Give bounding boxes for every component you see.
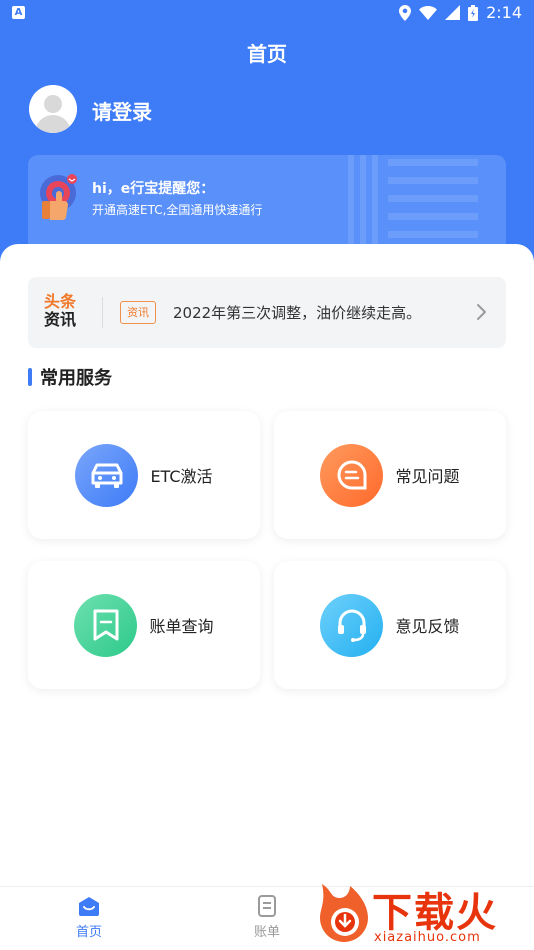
section-title: 常用服务 — [28, 366, 112, 389]
status-bar: A 2:14 — [0, 0, 534, 28]
feedback-card[interactable]: 意见反馈 — [274, 561, 506, 689]
bill-query-label: 账单查询 — [149, 617, 214, 636]
car-icon — [75, 443, 139, 507]
decorative-lines-icon — [348, 155, 478, 245]
tab-home[interactable]: 首页 — [59, 895, 119, 940]
watermark-url: xiazaihuo.com — [374, 930, 481, 945]
etc-activate-card[interactable]: ETC激活 — [28, 411, 260, 539]
bill-tab-icon — [258, 895, 276, 917]
avatar[interactable] — [29, 85, 77, 133]
watermark: 下载火 xiazaihuo.com — [314, 880, 528, 946]
etc-activate-label: ETC激活 — [150, 467, 213, 486]
news-divider — [102, 297, 103, 328]
section-title-text: 常用服务 — [40, 368, 112, 389]
bill-icon — [74, 593, 138, 657]
faq-label: 常见问题 — [395, 467, 460, 486]
section-accent-bar — [28, 368, 32, 386]
news-logo-line2: 资讯 — [44, 310, 77, 329]
battery-icon — [468, 4, 479, 21]
bill-query-card[interactable]: 账单查询 — [28, 561, 260, 689]
tab-bill-label: 账单 — [253, 925, 280, 940]
news-logo-line1: 头条 — [44, 292, 77, 311]
news-logo: 头条 资讯 — [44, 293, 88, 329]
chevron-right-icon[interactable] — [476, 303, 488, 321]
login-prompt[interactable]: 请登录 — [92, 96, 152, 125]
page-title: 首页 — [247, 42, 287, 66]
flame-logo-icon — [320, 884, 368, 942]
chat-icon — [320, 443, 384, 507]
tab-home-label: 首页 — [75, 925, 102, 940]
notification-a-icon: A — [12, 6, 25, 19]
location-icon — [399, 4, 412, 21]
reminder-title: hi，e行宝提醒您： — [92, 181, 215, 197]
signal-icon — [445, 5, 461, 20]
news-headline[interactable]: 2022年第三次调整，油价继续走高。 — [173, 302, 421, 323]
wifi-icon — [419, 5, 438, 20]
status-time: 2:14 — [486, 3, 522, 22]
news-tag: 资讯 — [120, 301, 156, 324]
faq-card[interactable]: 常见问题 — [274, 411, 506, 539]
etc-reminder-card[interactable]: hi，e行宝提醒您： 开通高速ETC,全国通用快速通行 — [28, 155, 506, 255]
feedback-label: 意见反馈 — [395, 617, 460, 636]
news-bar[interactable]: 头条 资讯 资讯 2022年第三次调整，油价继续走高。 — [28, 277, 506, 348]
reminder-subtitle: 开通高速ETC,全国通用快速通行 — [92, 203, 263, 217]
headset-icon — [320, 593, 384, 657]
status-icons: 2:14 — [399, 3, 522, 22]
user-placeholder-icon — [29, 85, 77, 133]
tab-bill[interactable]: 账单 — [237, 895, 297, 940]
thumbs-up-icon — [40, 174, 77, 220]
home-icon — [79, 897, 99, 916]
